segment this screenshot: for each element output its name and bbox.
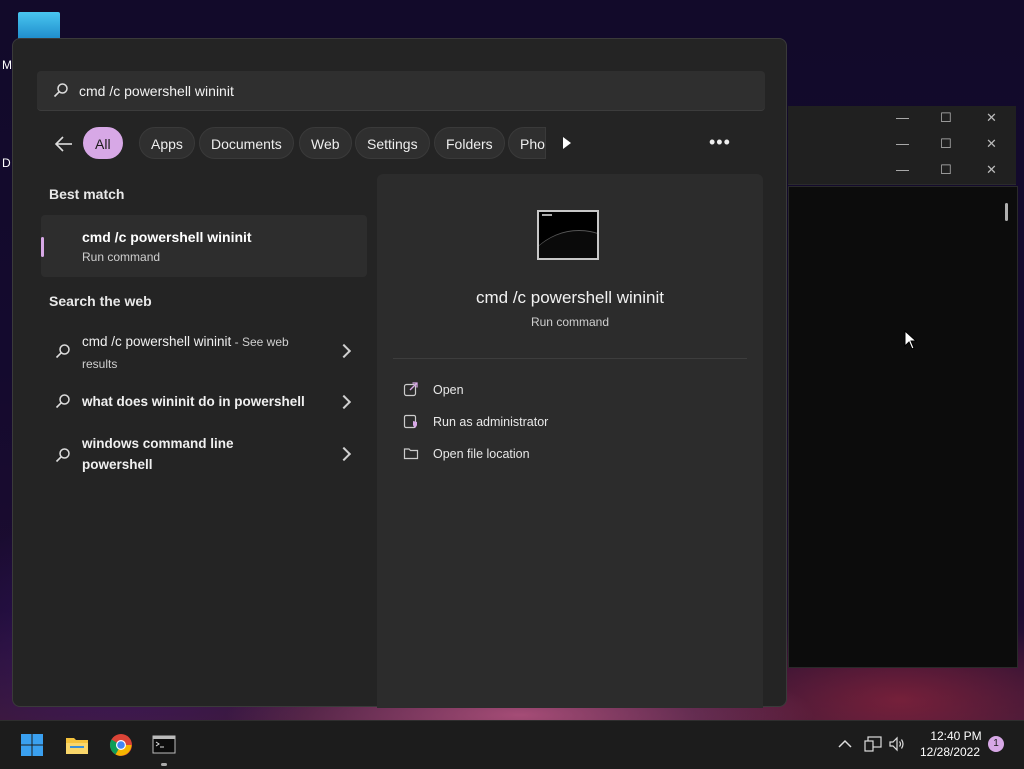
chrome-icon[interactable] — [109, 733, 133, 757]
web-result-text: windows command line powershell — [82, 436, 234, 472]
taskbar: 12:40 PM 12/28/2022 — [0, 720, 1024, 769]
windows-start-icon[interactable] — [20, 733, 44, 757]
search-panel: cmd /c powershell wininit All Apps Docum… — [12, 38, 787, 708]
terminal-window-body[interactable] — [788, 186, 1018, 668]
minimize-icon[interactable]: — — [896, 110, 909, 125]
web-result-text: what does wininit do in powershell — [82, 394, 305, 409]
filter-chip-documents[interactable]: Documents — [199, 127, 294, 159]
close-icon[interactable]: ✕ — [986, 136, 997, 152]
chevron-right-icon — [336, 343, 352, 359]
filter-chip-web[interactable]: Web — [299, 127, 352, 159]
action-run-admin-label: Run as administrator — [433, 415, 549, 429]
action-open-file-location[interactable]: Open file location — [403, 445, 603, 465]
action-open-label: Open — [433, 383, 464, 397]
open-external-icon — [403, 382, 418, 397]
web-result-row[interactable]: what does wininit do in powershell — [41, 389, 367, 415]
action-open-file-location-label: Open file location — [433, 447, 530, 461]
running-indicator — [161, 763, 167, 766]
preview-pane: cmd /c powershell wininit Run command Op… — [377, 174, 763, 708]
web-result-row[interactable]: cmd /c powershell wininit - See web resu… — [41, 329, 367, 371]
filter-chip-photos[interactable]: Phot — [508, 127, 546, 159]
close-icon[interactable]: ✕ — [986, 162, 997, 178]
web-result-text: cmd /c powershell wininit - See web resu… — [82, 331, 312, 375]
search-web-heading: Search the web — [49, 293, 152, 309]
filter-bar: All Apps Documents Web Settings Folders … — [49, 127, 749, 161]
preview-title: cmd /c powershell wininit — [475, 288, 664, 307]
best-match-result[interactable]: cmd /c powershell wininit Run command — [41, 215, 367, 277]
command-prompt-icon — [537, 210, 599, 260]
selection-indicator — [41, 237, 44, 257]
filter-chip-folders[interactable]: Folders — [434, 127, 505, 159]
more-options-icon[interactable]: ••• — [709, 132, 731, 153]
back-arrow-icon[interactable] — [53, 133, 75, 155]
clock-date[interactable]: 12/28/2022 — [912, 745, 988, 759]
background-window-titlebar[interactable]: — ☐ ✕ — [788, 106, 1016, 133]
search-icon — [55, 448, 70, 463]
volume-icon[interactable] — [888, 735, 906, 753]
web-result-row[interactable]: windows command line powershell — [41, 433, 367, 475]
desktop-label: D — [2, 156, 11, 170]
folder-icon — [403, 448, 419, 460]
search-icon — [55, 344, 70, 359]
filter-chip-apps[interactable]: Apps — [139, 127, 195, 159]
divider — [393, 358, 747, 359]
admin-shield-icon — [403, 414, 417, 429]
chevron-up-icon[interactable] — [838, 739, 852, 749]
maximize-icon[interactable]: ☐ — [940, 162, 952, 178]
mouse-pointer-icon — [904, 330, 918, 350]
background-window-titlebar[interactable]: — ☐ ✕ — [788, 158, 1016, 185]
terminal-taskbar-icon[interactable] — [152, 733, 176, 757]
network-icon[interactable] — [864, 735, 882, 753]
background-window-titlebar[interactable]: — ☐ ✕ — [788, 132, 1016, 159]
clock-time[interactable]: 12:40 PM — [916, 729, 996, 743]
notification-badge[interactable]: 1 — [988, 736, 1004, 752]
file-explorer-icon[interactable] — [65, 733, 89, 757]
best-match-title: cmd /c powershell wininit — [82, 229, 252, 245]
filter-chip-settings[interactable]: Settings — [355, 127, 430, 159]
filter-chip-all[interactable]: All — [83, 127, 123, 159]
best-match-subtitle: Run command — [82, 250, 161, 264]
search-input[interactable]: cmd /c powershell wininit — [37, 71, 765, 111]
close-icon[interactable]: ✕ — [986, 110, 997, 126]
desktop-label: M — [2, 58, 12, 72]
action-run-as-administrator[interactable]: Run as administrator — [403, 413, 603, 433]
scroll-filters-right-icon[interactable] — [563, 137, 571, 149]
minimize-icon[interactable]: — — [896, 136, 909, 151]
terminal-scrollbar[interactable] — [1005, 203, 1008, 221]
minimize-icon[interactable]: — — [896, 162, 909, 177]
web-result-query: cmd /c powershell wininit — [82, 334, 232, 349]
chevron-right-icon — [336, 394, 352, 410]
preview-subtitle: Run command — [530, 315, 610, 329]
action-open[interactable]: Open — [403, 381, 603, 401]
search-icon — [53, 83, 68, 98]
search-icon — [55, 394, 70, 409]
chevron-right-icon — [336, 446, 352, 462]
maximize-icon[interactable]: ☐ — [940, 136, 952, 152]
maximize-icon[interactable]: ☐ — [940, 110, 952, 126]
best-match-heading: Best match — [49, 186, 125, 202]
search-query-text[interactable]: cmd /c powershell wininit — [79, 83, 234, 99]
